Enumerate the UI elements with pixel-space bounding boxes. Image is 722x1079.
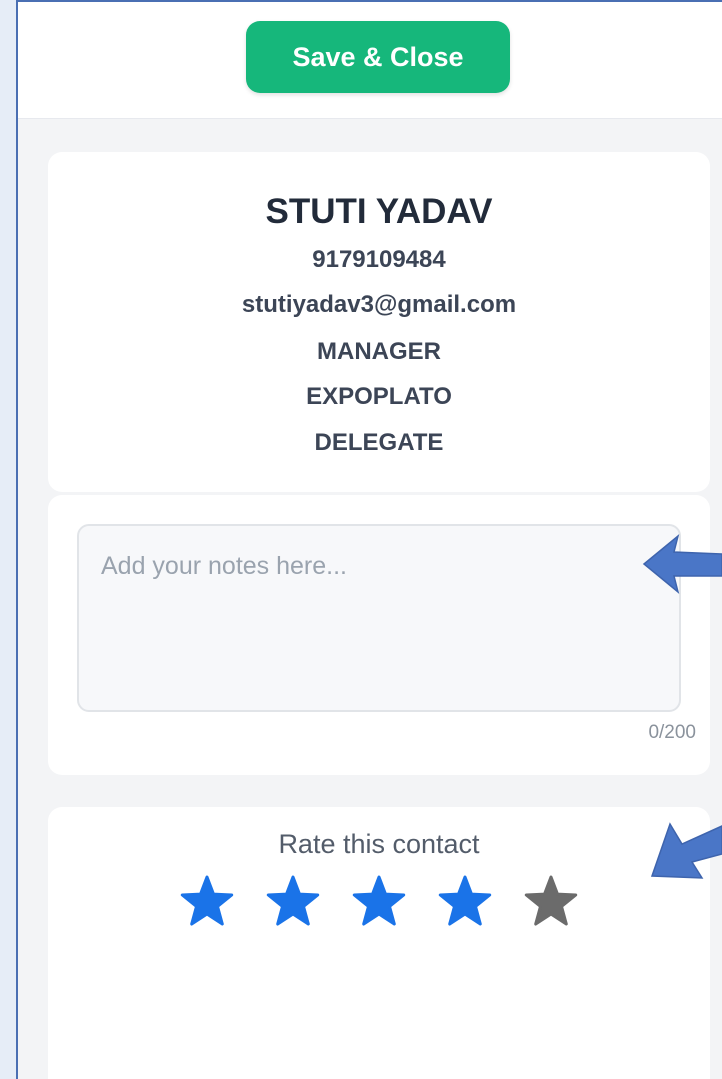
star-icon[interactable] [265,873,321,929]
notes-card: Add your notes here... 0/200 [48,495,710,775]
contact-email: stutiyadav3@gmail.com [241,291,517,318]
notes-textarea[interactable]: Add your notes here... [77,524,681,712]
star-icon[interactable] [351,873,407,929]
contact-phone: 9179109484 [312,246,446,273]
contact-name: STUTI YADAV [265,192,493,231]
top-bar: Save & Close [18,2,722,119]
contact-category: DELEGATE [314,429,444,456]
notes-character-counter: 0/200 [648,722,696,743]
star-icon[interactable] [437,873,493,929]
contact-company: EXPOPLATO [306,383,452,410]
app-frame: Save & Close STUTI YADAV 9179109484 stut… [16,0,722,1079]
callout-arrow-icon [650,822,722,879]
star-rating[interactable] [179,873,579,929]
save-close-button[interactable]: Save & Close [246,21,510,93]
rating-title: Rate this contact [278,829,480,859]
star-icon[interactable] [179,873,235,929]
notes-placeholder: Add your notes here... [101,552,347,580]
contact-designation: MANAGER [317,338,441,365]
star-icon[interactable] [523,873,579,929]
contact-card: STUTI YADAV 9179109484 stutiyadav3@gmail… [48,152,710,492]
callout-arrow-icon [642,533,722,595]
rating-card: Rate this contact [48,807,710,1079]
